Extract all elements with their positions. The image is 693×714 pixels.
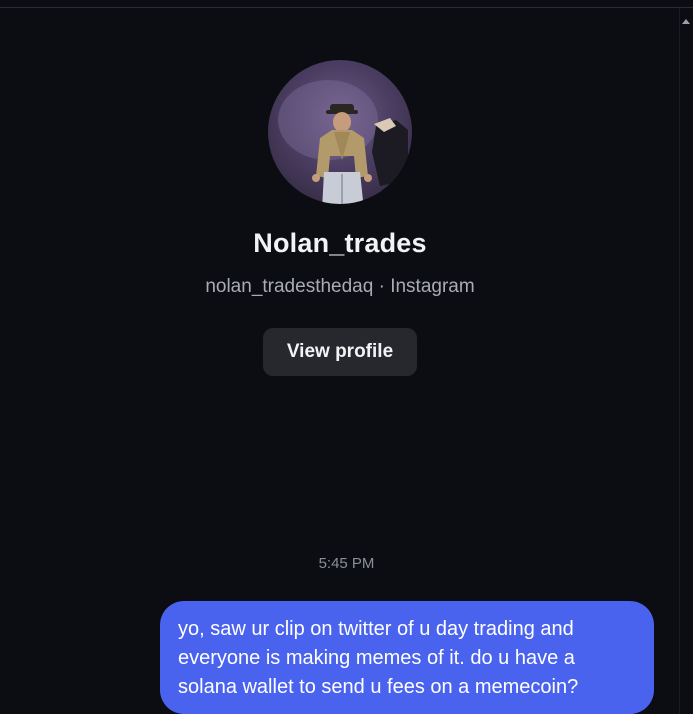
view-profile-button[interactable]: View profile xyxy=(262,328,418,376)
profile-name: Nolan_trades xyxy=(253,228,427,258)
profile-subtitle: nolan_tradesthedaq · Instagram xyxy=(205,276,475,297)
scroll-up-arrow-icon[interactable] xyxy=(682,19,690,24)
scrollbar[interactable] xyxy=(679,8,693,714)
avatar[interactable] xyxy=(268,60,412,204)
chat-window: Nolan_trades nolan_tradesthedaq · Instag… xyxy=(0,0,693,714)
top-divider xyxy=(0,7,693,8)
profile-header: Nolan_trades nolan_tradesthedaq · Instag… xyxy=(0,60,680,376)
outgoing-message-bubble[interactable]: yo, saw ur clip on twitter of u day trad… xyxy=(160,601,654,714)
message-timestamp: 5:45 PM xyxy=(318,555,375,572)
avatar-photo-icon xyxy=(278,80,408,204)
